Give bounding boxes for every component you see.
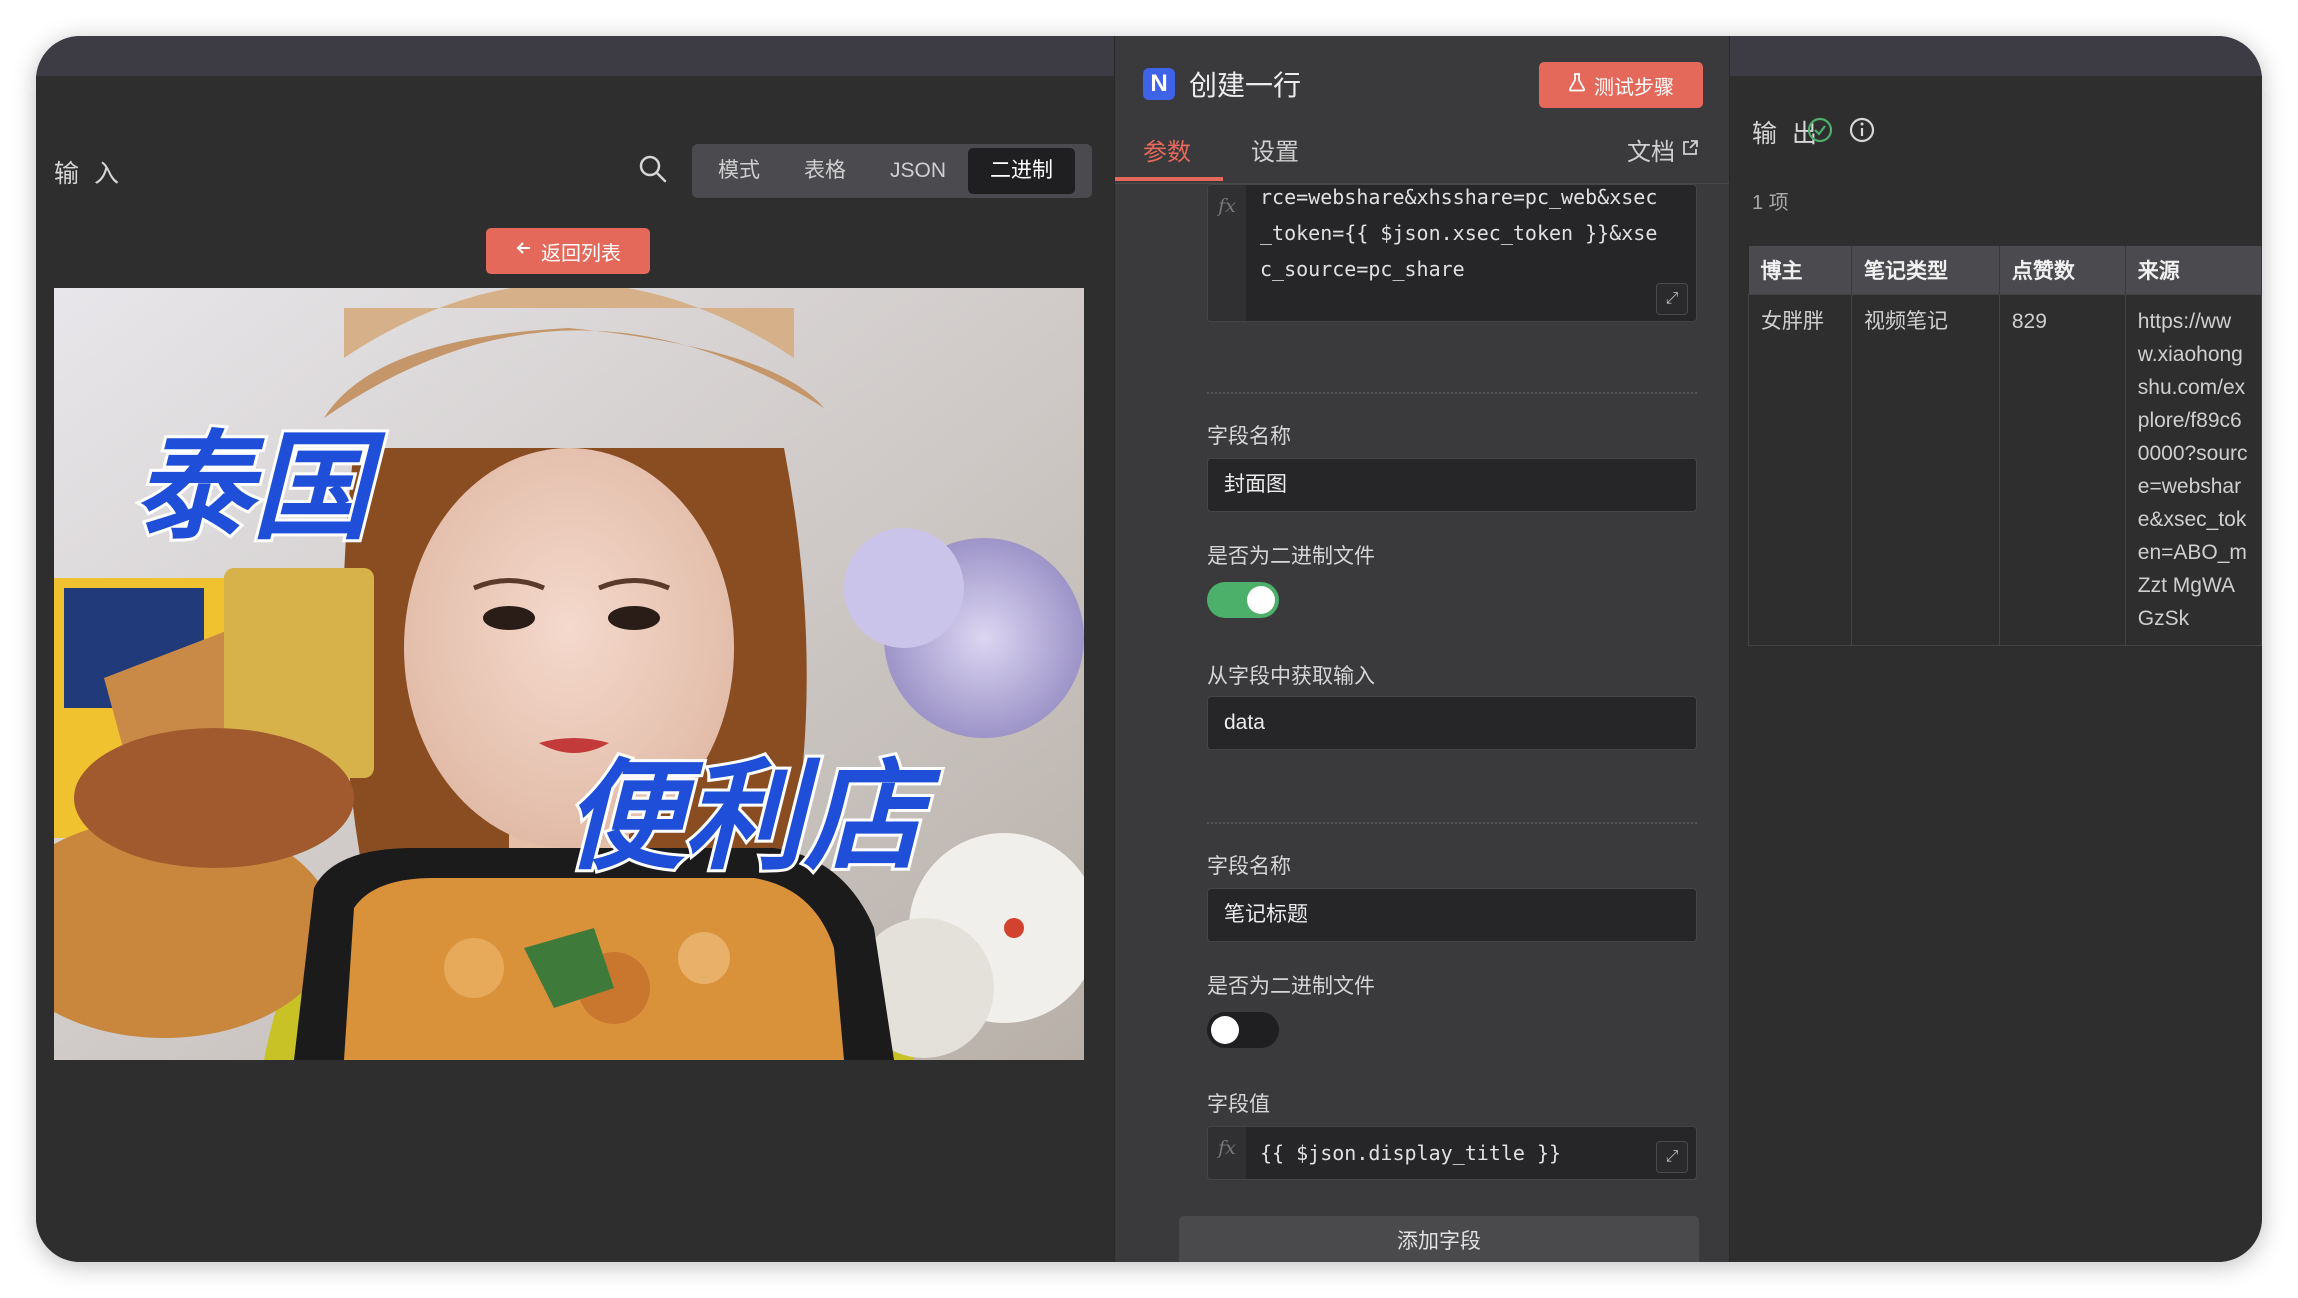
- input-panel: 输 入 模式 表格 JSON 二进制 返回列表 泰国 便利店: [36, 76, 1114, 1262]
- item-count: 1 项: [1752, 192, 1789, 214]
- input-title: 输 入: [54, 160, 123, 188]
- field-name-label: 字段名称: [1207, 425, 1291, 448]
- tab-parameters[interactable]: 参数: [1143, 132, 1191, 167]
- field-value-label: 字段值: [1207, 1093, 1270, 1116]
- binary-file-label: 是否为二进制文件: [1207, 975, 1375, 998]
- field-divider: [1207, 392, 1697, 394]
- expression-value: {{ $json.display_title }}: [1260, 1141, 1562, 1165]
- field-name-label: 字段名称: [1207, 855, 1291, 878]
- back-to-list-label: 返回列表: [541, 242, 621, 265]
- add-field-button[interactable]: 添加字段: [1179, 1216, 1699, 1262]
- tab-table[interactable]: 表格: [782, 148, 868, 194]
- output-table: 博主 笔记类型 点赞数 来源 女胖胖 视频笔记 829 https://www.…: [1748, 246, 2262, 646]
- node-title[interactable]: 创建一行: [1189, 64, 1301, 104]
- notion-logo-icon: N: [1143, 68, 1175, 100]
- test-step-label: 测试步骤: [1594, 76, 1674, 99]
- table-cell: https://www.xiaohongshu.com/explore/f89c…: [2124, 293, 2262, 646]
- field-name-input[interactable]: 封面图: [1207, 458, 1697, 512]
- table-cell: 女胖胖: [1748, 293, 1852, 646]
- fx-icon: fx: [1208, 1127, 1246, 1179]
- test-step-button[interactable]: 测试步骤: [1539, 62, 1703, 108]
- tab-schema[interactable]: 模式: [696, 148, 782, 194]
- field-divider: [1207, 822, 1697, 824]
- output-panel: 输 出 1 项 博主 笔记类型 点赞数 来源 女胖胖 视频笔记 829 http…: [1730, 76, 2262, 1262]
- expand-icon[interactable]: ⤢: [1656, 283, 1688, 315]
- view-mode-tabs: 模式 表格 JSON 二进制: [692, 144, 1092, 198]
- docs-link[interactable]: 文档: [1627, 132, 1699, 167]
- input-field-label: 从字段中获取输入: [1207, 665, 1375, 688]
- svg-text:泰国: 泰国: [134, 418, 386, 556]
- expand-icon[interactable]: ⤢: [1656, 1141, 1688, 1173]
- tab-settings[interactable]: 设置: [1251, 132, 1299, 167]
- flask-icon: [1568, 72, 1586, 98]
- table-cell: 视频笔记: [1851, 293, 2000, 646]
- field-value-expression[interactable]: fx {{ $json.display_title }} ⤢: [1207, 1126, 1697, 1180]
- expression-line-3: c_source=pc_share: [1260, 257, 1465, 281]
- binary-file-toggle[interactable]: [1207, 1012, 1279, 1048]
- input-field-name-input[interactable]: data: [1207, 696, 1697, 750]
- column-header[interactable]: 点赞数: [1999, 246, 2126, 294]
- binary-file-toggle[interactable]: [1207, 582, 1279, 618]
- external-link-icon: [1681, 136, 1699, 164]
- svg-text:便利店: 便利店: [564, 748, 942, 887]
- table-row: 女胖胖 视频笔记 829 https://www.xiaohongshu.com…: [1748, 293, 2262, 646]
- active-tab-indicator: [1115, 177, 1223, 181]
- app-window: 输 入 模式 表格 JSON 二进制 返回列表 泰国 便利店 N 创建一行 测试…: [36, 36, 2262, 1262]
- binary-image-preview: 泰国 便利店: [54, 288, 1084, 1060]
- table-cell: 829: [1998, 293, 2126, 646]
- tab-json[interactable]: JSON: [868, 148, 968, 194]
- arrow-left-icon: [515, 239, 533, 263]
- tab-binary[interactable]: 二进制: [968, 148, 1076, 194]
- node-header: N 创建一行 测试步骤 参数 设置 文档: [1115, 36, 1729, 184]
- success-check-icon: [1806, 116, 1834, 144]
- source-url-expression[interactable]: fx rce=webshare&xhsshare=pc_web&xsec _to…: [1207, 184, 1697, 322]
- binary-file-label: 是否为二进制文件: [1207, 545, 1375, 568]
- column-header[interactable]: 笔记类型: [1851, 246, 2000, 294]
- docs-label: 文档: [1627, 139, 1675, 166]
- fx-icon: fx: [1208, 185, 1246, 321]
- column-header[interactable]: 博主: [1748, 246, 1852, 294]
- expression-line-1: rce=webshare&xhsshare=pc_web&xsec: [1260, 185, 1658, 209]
- node-parameters-panel: N 创建一行 测试步骤 参数 设置 文档 fx rce=webshare&xhs…: [1114, 36, 1730, 1262]
- column-header[interactable]: 来源: [2125, 246, 2262, 294]
- back-to-list-button[interactable]: 返回列表: [486, 228, 650, 274]
- search-icon[interactable]: [636, 152, 670, 186]
- field-name-input[interactable]: 笔记标题: [1207, 888, 1697, 942]
- info-icon[interactable]: [1848, 116, 1876, 144]
- expression-line-2: _token={{ $json.xsec_token }}&xse: [1260, 221, 1658, 245]
- cover-photo: 泰国 便利店: [54, 288, 1084, 1060]
